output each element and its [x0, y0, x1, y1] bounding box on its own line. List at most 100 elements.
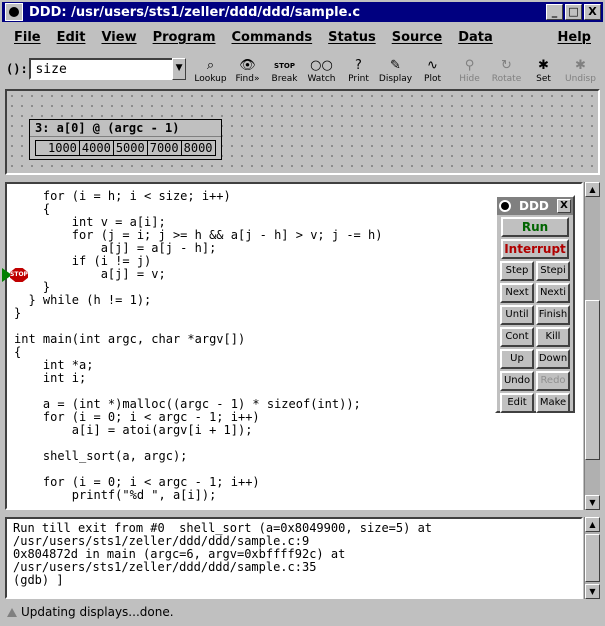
argument-dropdown-button[interactable]: ▼: [172, 58, 186, 80]
status-warning-icon[interactable]: [7, 607, 17, 617]
make-button[interactable]: Make: [536, 393, 570, 413]
command-tool-close-button[interactable]: X: [557, 199, 571, 213]
stepi-button[interactable]: Stepi: [536, 261, 570, 281]
display-value-cell[interactable]: 4000: [80, 141, 114, 155]
command-buttons: Step Stepi Next Nexti Until Finish Cont Kill Up D…: [500, 261, 570, 413]
window-title: DDD: /usr/users/sts1/zeller/ddd/ddd/samp…: [29, 4, 361, 20]
tool-label: Set: [536, 74, 551, 84]
source-scroll-thumb[interactable]: [585, 300, 600, 460]
tool-break-button[interactable]: STOP Break: [266, 54, 303, 84]
hide-icon: ⚲: [464, 58, 475, 73]
tool-label: Break: [271, 74, 298, 84]
menu-source[interactable]: Source: [384, 30, 450, 45]
command-tool-titlebar[interactable]: DDD X: [497, 197, 573, 215]
close-button[interactable]: X: [584, 4, 601, 20]
tool-print-button[interactable]: ? Print: [340, 54, 377, 84]
status-text: Updating displays...done.: [21, 605, 174, 619]
watch-icon: ○○: [310, 58, 333, 73]
display-value-cell[interactable]: 5000: [114, 141, 148, 155]
display-title[interactable]: 3: a[0] @ (argc - 1): [30, 120, 221, 137]
console-line: (gdb) ]: [13, 573, 64, 587]
find-icon: 👁: [239, 58, 256, 73]
run-button[interactable]: Run: [501, 217, 569, 237]
source-line[interactable]: printf("%d ", a[i]);: [14, 489, 581, 502]
nexti-button[interactable]: Nexti: [536, 283, 570, 303]
kill-button[interactable]: Kill: [536, 327, 570, 347]
tool-label: Rotate: [491, 74, 522, 84]
source-scrollbar[interactable]: ▲ ▼: [584, 182, 600, 510]
menu-file[interactable]: File: [6, 30, 49, 45]
interrupt-button[interactable]: Interrupt: [501, 239, 569, 259]
redo-button: Redo: [536, 371, 570, 391]
tool-display-button[interactable]: ✎ Display: [377, 54, 414, 84]
display-values: 1000 4000 5000 7000 8000: [35, 140, 216, 156]
console-scroll-down-arrow[interactable]: ▼: [585, 584, 600, 599]
console-scroll-up-arrow[interactable]: ▲: [585, 517, 600, 532]
menu-view[interactable]: View: [93, 30, 144, 45]
scroll-down-arrow[interactable]: ▼: [585, 495, 600, 510]
display-icon: ✎: [390, 58, 401, 73]
tool-plot-button[interactable]: ∿ Plot: [414, 54, 451, 84]
toolbar: (): size ▼ ⌕ Lookup 👁 Find» STOP Break ○○ Watch…: [6, 54, 599, 84]
rotate-icon: ↻: [501, 58, 512, 73]
console-scrollbar[interactable]: ▲ ▼: [584, 517, 600, 599]
toolbar-tools: ⌕ Lookup 👁 Find» STOP Break ○○ Watch? Print ✎ Disp…: [192, 54, 599, 84]
tool-label: Undisp: [565, 74, 596, 84]
data-display-pane[interactable]: 3: a[0] @ (argc - 1) 1000 4000 5000 7000 800…: [5, 89, 600, 175]
print-icon: ?: [355, 58, 362, 73]
menu-program[interactable]: Program: [145, 30, 224, 45]
source-line[interactable]: a[i] = atoi(argv[i + 1]);: [14, 424, 581, 437]
maximize-button[interactable]: □: [565, 4, 582, 20]
tool-label: Plot: [424, 74, 441, 84]
console-scroll-thumb[interactable]: [585, 534, 600, 582]
minimize-button[interactable]: _: [546, 4, 563, 20]
display-box[interactable]: 3: a[0] @ (argc - 1) 1000 4000 5000 7000 800…: [29, 119, 222, 160]
breakpoint-marker[interactable]: STOP: [2, 268, 28, 282]
tool-label: Print: [348, 74, 369, 84]
edit-button[interactable]: Edit: [500, 393, 534, 413]
ddd-app-icon[interactable]: [5, 3, 23, 21]
tool-label: Watch: [307, 74, 336, 84]
status-bar: Updating displays...done.: [5, 603, 600, 621]
menu-data[interactable]: Data: [450, 30, 501, 45]
until-button[interactable]: Until: [500, 305, 534, 325]
tool-lookup-button[interactable]: ⌕ Lookup: [192, 54, 229, 84]
gdb-console[interactable]: Run till exit from #0 shell_sort (a=0x80…: [5, 517, 583, 599]
console-output[interactable]: Run till exit from #0 shell_sort (a=0x80…: [7, 519, 581, 587]
step-button[interactable]: Step: [500, 261, 534, 281]
stop-sign-icon[interactable]: STOP: [10, 268, 28, 282]
cont-button[interactable]: Cont: [500, 327, 534, 347]
tool-set-button[interactable]: ✱ Set: [525, 54, 562, 84]
argument-field[interactable]: size: [29, 58, 187, 80]
menu-edit[interactable]: Edit: [49, 30, 94, 45]
break-icon: STOP: [274, 62, 295, 70]
tool-hide-button: ⚲ Hide: [451, 54, 488, 84]
undisp-icon: ✱: [575, 58, 586, 73]
lookup-icon: ⌕: [206, 58, 215, 73]
set-icon: ✱: [538, 58, 549, 73]
next-button[interactable]: Next: [500, 283, 534, 303]
finish-button[interactable]: Finish: [536, 305, 570, 325]
tool-watch-button[interactable]: ○○ Watch: [303, 54, 340, 84]
source-line[interactable]: shell_sort(a, argc);: [14, 450, 581, 463]
display-value-cell[interactable]: 1000: [36, 141, 80, 155]
ddd-icon: [499, 200, 511, 212]
console-line: /usr/users/sts1/zeller/ddd/ddd/sample.c:…: [13, 560, 317, 574]
tool-undisp-button: ✱ Undisp: [562, 54, 599, 84]
up-button[interactable]: Up: [500, 349, 534, 369]
menu-help[interactable]: Help: [550, 30, 599, 45]
tool-find-button[interactable]: 👁 Find»: [229, 54, 266, 84]
menu-commands[interactable]: Commands: [224, 30, 321, 45]
command-tool: DDD X Run Interrupt Step Stepi Next Nexti Un…: [495, 195, 575, 413]
down-button[interactable]: Down: [536, 349, 570, 369]
tool-label: Hide: [459, 74, 480, 84]
argument-label: ():: [6, 62, 28, 76]
menu-status[interactable]: Status: [320, 30, 384, 45]
menubar: File Edit View Program Commands Status S…: [6, 26, 599, 48]
scroll-up-arrow[interactable]: ▲: [585, 182, 600, 197]
undo-button[interactable]: Undo: [500, 371, 534, 391]
window-titlebar: DDD: /usr/users/sts1/zeller/ddd/ddd/samp…: [0, 0, 605, 24]
display-value-cell[interactable]: 8000: [182, 141, 215, 155]
tool-label: Lookup: [194, 74, 227, 84]
display-value-cell[interactable]: 7000: [148, 141, 182, 155]
